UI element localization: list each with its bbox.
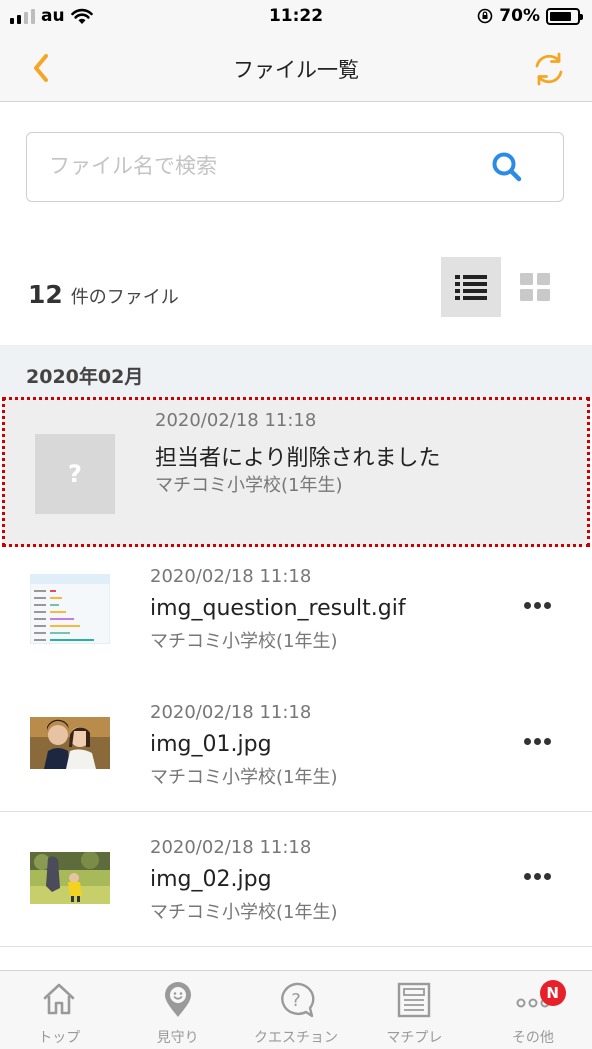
file-row[interactable]: 2020/02/18 11:18 img_01.jpg マチコミ小学校(1年生) — [0, 677, 592, 812]
notification-badge: N — [539, 980, 566, 1006]
file-row[interactable]: 2020/02/18 11:18 img_question_result.gif… — [0, 548, 592, 683]
tab-question[interactable]: ? クエスチョン — [237, 971, 355, 1049]
file-name: 担当者により削除されました — [155, 446, 441, 471]
nav-bar: ファイル一覧 — [0, 34, 592, 102]
photo-thumbnail — [30, 852, 110, 904]
file-count-label: 件のファイル — [70, 287, 179, 308]
search-input[interactable] — [49, 133, 469, 199]
tab-top[interactable]: トップ — [0, 971, 118, 1049]
question-bubble-icon: ? — [281, 982, 315, 1018]
orientation-lock-icon — [477, 8, 493, 24]
home-icon — [43, 983, 75, 1015]
tab-label: クエスチョン — [254, 1030, 339, 1046]
month-section-title: 2020年02月 — [26, 366, 144, 388]
battery-icon — [546, 7, 583, 25]
tab-label: トップ — [38, 1030, 81, 1046]
file-school: マチコミ小学校(1年生) — [155, 475, 343, 496]
more-options-icon[interactable] — [524, 600, 552, 610]
file-school: マチコミ小学校(1年生) — [150, 631, 338, 652]
tab-machipre[interactable]: マチプレ — [355, 971, 473, 1049]
question-result-thumbnail — [30, 574, 110, 644]
refresh-button[interactable] — [528, 48, 570, 90]
file-row[interactable]: 2020/02/18 11:18 img_02.jpg マチコミ小学校(1年生) — [0, 812, 592, 947]
file-count-number: 12 — [28, 280, 63, 309]
tab-bar: トップ 見守り ? クエスチョン マチプレ N その他 — [0, 970, 592, 1049]
status-bar: au 11:22 70% — [0, 0, 592, 34]
tab-other[interactable]: N その他 — [474, 971, 592, 1049]
status-right: 70% — [477, 6, 583, 26]
search-icon — [492, 152, 522, 182]
tab-label: その他 — [511, 1030, 554, 1046]
grid-view-button[interactable] — [505, 257, 565, 317]
battery-percent: 70% — [499, 6, 540, 26]
location-pin-icon — [164, 982, 191, 1017]
grid-view-icon — [520, 273, 550, 301]
photo-thumbnail — [30, 717, 110, 769]
file-name: img_02.jpg — [150, 867, 272, 892]
file-date: 2020/02/18 11:18 — [150, 702, 312, 723]
refresh-icon — [535, 52, 563, 86]
file-date: 2020/02/18 11:18 — [150, 566, 312, 587]
file-school: マチコミ小学校(1年生) — [150, 767, 338, 788]
file-count: 12 件のファイル — [28, 280, 179, 309]
newspaper-icon — [398, 982, 431, 1018]
list-view-button[interactable] — [441, 257, 501, 317]
month-section-header: 2020年02月 — [0, 345, 592, 397]
more-options-icon[interactable] — [524, 871, 552, 881]
unknown-file-thumbnail: ? — [35, 434, 115, 514]
search-box — [26, 132, 564, 202]
tab-mimamori[interactable]: 見守り — [118, 971, 236, 1049]
file-name: img_01.jpg — [150, 732, 272, 757]
file-date: 2020/02/18 11:18 — [155, 410, 317, 431]
file-date: 2020/02/18 11:18 — [150, 837, 312, 858]
search-button[interactable] — [489, 149, 525, 185]
tab-label: マチプレ — [386, 1030, 443, 1046]
list-view-icon — [455, 275, 487, 300]
svg-text:?: ? — [291, 990, 301, 1011]
tab-label: 見守り — [156, 1030, 199, 1046]
file-row-deleted[interactable]: ? 2020/02/18 11:18 担当者により削除されました マチコミ小学校… — [2, 397, 590, 547]
file-name: img_question_result.gif — [150, 596, 406, 621]
file-school: マチコミ小学校(1年生) — [150, 902, 338, 923]
page-title: ファイル一覧 — [233, 58, 359, 82]
more-options-icon[interactable] — [524, 736, 552, 746]
